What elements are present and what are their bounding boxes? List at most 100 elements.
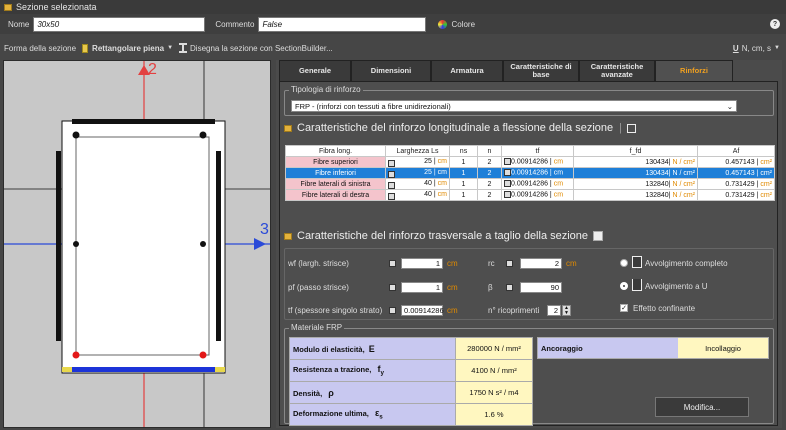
edit-icon[interactable] xyxy=(504,180,511,188)
help-icon[interactable]: ? xyxy=(770,19,780,29)
cell-n[interactable]: 2 xyxy=(477,156,502,168)
typology-dropdown[interactable]: FRP - (rinforzi con tessuti a fibre unid… xyxy=(291,100,737,112)
nric-input[interactable]: 2 xyxy=(547,305,561,316)
section-drawing-canvas[interactable]: 2 3 xyxy=(3,60,271,428)
tab-generale[interactable]: Generale xyxy=(279,60,351,81)
edit-icon[interactable] xyxy=(388,192,395,200)
tab-caratteristiche-avanzate[interactable]: Caratteristiche avanzate xyxy=(579,60,655,81)
cell-ls[interactable]: 40 xyxy=(424,191,432,198)
nric-stepper[interactable]: ▲ ▼ xyxy=(562,305,571,316)
edit-icon[interactable] xyxy=(504,169,511,177)
section-builder-label: Disegna la sezione con SectionBuilder... xyxy=(190,43,333,53)
tab-dimensioni[interactable]: Dimensioni xyxy=(351,60,431,81)
axis-3-label: 3 xyxy=(260,221,269,238)
cell-n[interactable]: 2 xyxy=(477,189,502,201)
cell-tf[interactable]: 0.00914286 xyxy=(511,159,548,166)
section-toolbar: Forma della sezione Rettangolare piena ▼… xyxy=(0,38,786,58)
name-input[interactable]: 30x50 xyxy=(33,16,206,32)
unit: N / cm² xyxy=(672,158,695,166)
strength-sub: y xyxy=(380,369,384,377)
window-title-bar: Sezione selezionata xyxy=(0,0,786,14)
unit: cm² xyxy=(760,169,772,177)
calc-icon[interactable] xyxy=(506,284,513,291)
cell-tf[interactable]: 0.00914286 xyxy=(511,181,548,188)
modulus-value: 280000 N / mm² xyxy=(455,337,533,360)
transverse-title: Caratteristiche del rinforzo trasversale… xyxy=(297,230,589,242)
axis-2-label: 2 xyxy=(148,61,157,78)
col-header: tf xyxy=(501,145,574,157)
edit-icon[interactable] xyxy=(504,191,511,199)
shape-dropdown[interactable]: Rettangolare piena ▼ xyxy=(82,43,173,53)
unit: cm xyxy=(437,179,447,187)
cell-ls[interactable]: 25 xyxy=(424,169,432,176)
unit: N / cm² xyxy=(672,180,695,188)
rc-input[interactable]: 2 xyxy=(520,258,562,269)
cell-ffd: 132840 xyxy=(645,191,669,199)
section-builder-button[interactable]: Disegna la sezione con SectionBuilder... xyxy=(179,43,333,53)
edit-icon[interactable] xyxy=(388,181,395,189)
wf-label: wf (largh. strisce) xyxy=(288,259,349,268)
table-icon[interactable] xyxy=(627,123,636,133)
cell-ns[interactable]: 1 xyxy=(449,178,478,190)
cell-ns[interactable]: 1 xyxy=(449,189,478,201)
beta-input[interactable]: 90 xyxy=(520,282,562,293)
tab-rinforzi[interactable]: Rinforzi xyxy=(655,60,733,81)
density-text: Densità, xyxy=(293,388,323,398)
tab-caratteristiche-base[interactable]: Caratteristiche di base xyxy=(503,60,579,81)
calc-icon[interactable] xyxy=(389,307,396,314)
cell-tf[interactable]: 0.00914286 xyxy=(511,192,548,199)
cell-n[interactable]: 2 xyxy=(477,178,502,190)
table-row[interactable]: Fibre superiori 25 | cm 1 2 0.00914286 |… xyxy=(285,156,775,168)
edit-icon[interactable] xyxy=(388,159,395,167)
material-group: Materiale FRP Modulo di elasticità, E 28… xyxy=(284,323,774,426)
modify-button[interactable]: Modifica... xyxy=(655,397,749,417)
cell-ffd: 130434 xyxy=(645,158,669,166)
color-button[interactable]: Colore xyxy=(438,19,475,29)
concrete-section xyxy=(61,120,226,374)
comment-label: Commento xyxy=(215,19,255,29)
col-header: ns xyxy=(449,145,478,157)
cell-ls[interactable]: 40 xyxy=(424,180,432,187)
calc-icon[interactable] xyxy=(506,260,513,267)
edit-icon[interactable] xyxy=(388,170,395,178)
rebar xyxy=(73,241,79,247)
confine-checkbox[interactable]: ✓ xyxy=(620,304,628,312)
radio-full-wrap[interactable] xyxy=(620,259,628,267)
section-drawing xyxy=(4,61,270,427)
cell-n[interactable]: 2 xyxy=(477,167,502,179)
wf-input[interactable]: 1 xyxy=(401,258,443,269)
table-row[interactable]: Fibre laterali di sinistra 40 | cm 1 2 0… xyxy=(285,178,775,190)
density-value: 1750 N s² / m4 xyxy=(455,381,533,404)
table-row-selected[interactable]: Fibre inferiori 25 | cm 1 2 0.00914286 |… xyxy=(285,167,775,179)
radio-u-wrap[interactable] xyxy=(620,282,628,290)
longitudinal-table: Fibra long. Larghezza Ls ns n tf f_fd Af… xyxy=(285,145,775,201)
full-wrap-icon xyxy=(632,256,642,268)
comment-input[interactable]: False xyxy=(258,16,427,32)
calc-icon[interactable] xyxy=(389,284,396,291)
tab-armatura[interactable]: Armatura xyxy=(431,60,503,81)
cell-ns[interactable]: 1 xyxy=(449,167,478,179)
anchor-value[interactable]: Incollaggio xyxy=(678,338,768,358)
palette-icon xyxy=(438,19,448,29)
tab-bar: Generale Dimensioni Armatura Caratterist… xyxy=(279,60,733,81)
cell-ns[interactable]: 1 xyxy=(449,156,478,168)
cell-af: 0.731429 xyxy=(725,191,755,199)
strain-text: Deformazione ultima, xyxy=(293,409,369,419)
strain-sub: s xyxy=(379,413,383,421)
units-icon: U xyxy=(732,43,739,53)
transverse-group: wf (largh. strisce) 1 cm pf (passo stris… xyxy=(284,248,774,320)
cell-ls[interactable]: 25 xyxy=(424,158,432,165)
properties-panel: Generale Dimensioni Armatura Caratterist… xyxy=(276,60,782,428)
anchor-row: Ancoraggio Incollaggio xyxy=(537,337,769,359)
edit-icon[interactable] xyxy=(504,158,511,166)
table-row[interactable]: Fibre laterali di destra 40 | cm 1 2 0.0… xyxy=(285,189,775,201)
pf-unit: cm xyxy=(447,283,458,292)
pf-input[interactable]: 1 xyxy=(401,282,443,293)
cell-tf[interactable]: 0.00914286 xyxy=(511,170,548,177)
tf-input[interactable]: 0.00914286 xyxy=(401,305,444,316)
full-wrap-label: Avvolgimento completo xyxy=(645,259,728,268)
lightbulb-icon[interactable] xyxy=(593,231,604,241)
cell-af: 0.457143 xyxy=(725,169,755,177)
units-dropdown[interactable]: U N, cm, s ▼ xyxy=(733,44,780,53)
calc-icon[interactable] xyxy=(389,260,396,267)
